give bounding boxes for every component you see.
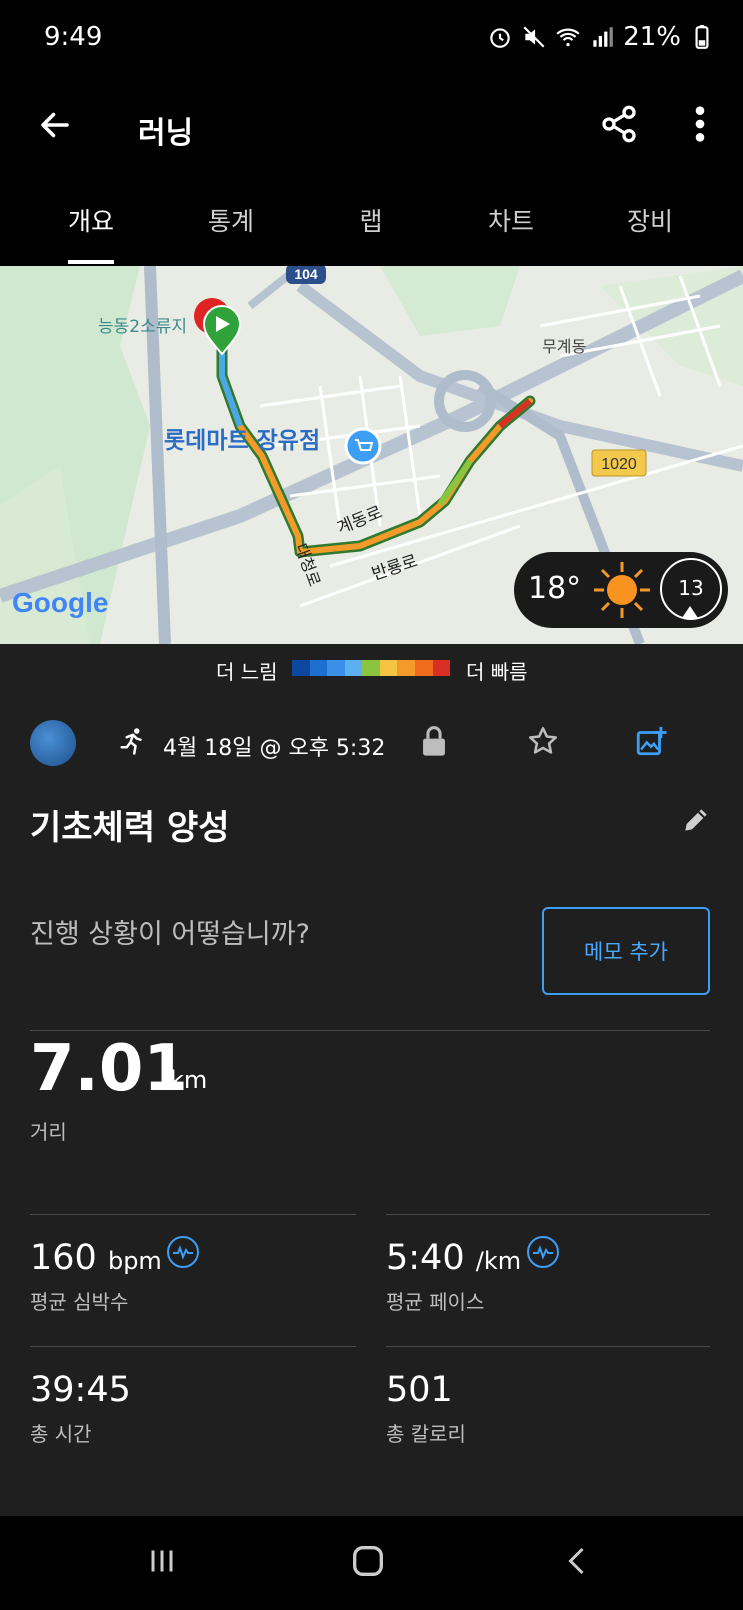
distance-unit: km — [170, 1066, 208, 1094]
recents-button[interactable] — [132, 1536, 192, 1586]
wifi-icon — [556, 28, 580, 47]
district-label: 무계동 — [542, 337, 586, 356]
route-map[interactable]: 104 1020 능동2소류지 롯데마트 장유점 무계동 계동로 반룡로 대청로… — [0, 266, 743, 644]
pace-color-segment — [327, 660, 345, 676]
pace-zone-icon[interactable] — [527, 1236, 559, 1268]
start-place-label: 능동2소류지 — [98, 317, 187, 337]
status-time: 9:49 — [44, 22, 103, 52]
wind-speed: 13 — [678, 576, 704, 600]
pace-color-scale — [292, 660, 451, 676]
add-memo-button[interactable]: 메모 추가 — [542, 907, 710, 995]
divider — [30, 1030, 710, 1031]
battery-percent: 21% — [623, 22, 681, 52]
lock-icon[interactable] — [419, 724, 449, 758]
progress-question: 진행 상황이 어떻습니까? — [30, 919, 310, 950]
more-options-button[interactable] — [680, 96, 720, 152]
pace-color-segment — [309, 660, 328, 676]
pace-color-segment — [292, 660, 310, 676]
activity-name: 기초체력 양성 — [30, 808, 230, 848]
tab-overview[interactable]: 개요 — [41, 202, 141, 238]
pace-color-segment — [379, 660, 398, 676]
tab-gear[interactable]: 장비 — [600, 202, 700, 238]
tab-bar: 개요 통계 랩 차트 장비 — [0, 180, 743, 266]
app-bar: 러닝 — [0, 80, 743, 180]
avg-heart-rate-value: 160 bpm — [30, 1238, 162, 1278]
status-icons: 21% — [487, 22, 715, 52]
chevron-left-icon — [568, 1547, 584, 1575]
road-1020-label: 1020 — [601, 456, 637, 473]
tab-indicator — [68, 260, 114, 264]
activity-date: 4월 18일 @ 오후 5:32 — [163, 736, 386, 761]
avatar[interactable] — [30, 720, 76, 766]
status-bar: 9:49 21% — [0, 0, 743, 80]
page-title: 러닝 — [138, 116, 194, 151]
tab-stats[interactable]: 통계 — [181, 202, 281, 238]
road-104-label: 104 — [294, 266, 318, 282]
divider — [386, 1214, 710, 1215]
avg-heart-rate-label: 평균 심박수 — [30, 1290, 129, 1314]
arrow-left-icon — [41, 112, 69, 138]
weather-temperature: 18° — [528, 571, 582, 606]
share-button[interactable] — [594, 96, 644, 152]
pace-color-segment — [344, 660, 363, 676]
divider — [30, 1346, 356, 1347]
back-button[interactable] — [30, 100, 80, 150]
pace-color-segment — [432, 660, 451, 676]
total-time-label: 총 시간 — [30, 1422, 92, 1446]
google-logo: Google — [12, 587, 108, 618]
sun-icon — [594, 562, 650, 618]
legend-fast-label: 더 빠름 — [466, 660, 528, 684]
home-button[interactable] — [338, 1536, 398, 1586]
wind-direction-icon — [682, 606, 698, 618]
pace-color-segment — [397, 660, 415, 676]
alarm-icon — [490, 28, 510, 48]
recents-icon — [151, 1550, 173, 1572]
mute-icon — [523, 26, 545, 48]
battery-icon — [695, 25, 709, 49]
divider — [30, 1214, 356, 1215]
pace-color-segment — [362, 660, 380, 676]
distance-label: 거리 — [30, 1120, 67, 1144]
tab-laps[interactable]: 랩 — [321, 202, 421, 238]
star-icon[interactable] — [526, 724, 560, 758]
home-icon — [353, 1546, 383, 1576]
add-photo-icon[interactable] — [634, 724, 668, 758]
calories-value: 501 — [386, 1370, 453, 1410]
tab-charts[interactable]: 차트 — [461, 202, 561, 238]
legend-slow-label: 더 느림 — [216, 660, 278, 684]
pencil-icon[interactable] — [680, 804, 712, 836]
signal-icon — [593, 27, 614, 47]
pace-legend: 더 느림 더 빠름 — [0, 644, 743, 694]
distance-value: 7.01 — [30, 1032, 188, 1106]
store-label: 롯데마트 장유점 — [164, 428, 320, 454]
share-icon — [602, 105, 636, 143]
heart-rate-zone-icon[interactable] — [167, 1236, 199, 1268]
total-time-value: 39:45 — [30, 1370, 131, 1410]
activity-summary: 4월 18일 @ 오후 5:32 기초체력 양성 진행 상황이 어떻습니까? 메… — [0, 694, 743, 1516]
avg-pace-label: 평균 페이스 — [386, 1290, 485, 1314]
back-nav-button[interactable] — [548, 1536, 608, 1586]
avg-pace-value: 5:40 /km — [386, 1238, 522, 1278]
calories-label: 총 칼로리 — [386, 1422, 466, 1446]
running-icon — [120, 728, 142, 755]
more-vertical-icon — [695, 106, 705, 142]
pace-color-segment — [414, 660, 433, 676]
store-pin-icon — [344, 427, 382, 465]
divider — [386, 1346, 710, 1347]
system-nav-bar — [0, 1516, 743, 1610]
